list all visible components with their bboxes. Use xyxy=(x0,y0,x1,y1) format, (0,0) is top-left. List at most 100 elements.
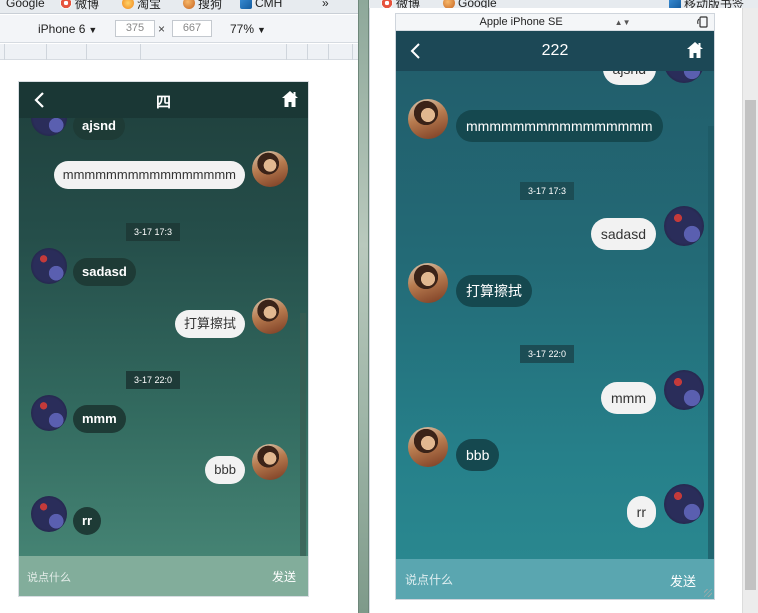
ruler-tick xyxy=(46,44,47,60)
ruler-tick xyxy=(140,44,141,60)
ruler-tick xyxy=(352,44,353,60)
chat-page-right: 222 ajsnd mmmmmmmmmmmmmmmm 3-17 17:3 sad… xyxy=(396,31,714,599)
bookmark-cmh[interactable]: CMH xyxy=(240,0,282,11)
home-icon xyxy=(282,91,298,107)
bookmark-label: 搜狗 xyxy=(198,0,223,11)
left-browser-window: Google 微博 淘宝 搜狗 CMH » iPhone 6 ▼ 375 × 66… xyxy=(0,0,358,613)
message-timestamp: 3-17 22:0 xyxy=(126,371,181,389)
bookmarks-bar: Google 微博 淘宝 搜狗 CMH » xyxy=(0,0,358,14)
rotate-device-icon[interactable] xyxy=(696,15,710,29)
message-timestamp: 3-17 17:3 xyxy=(126,223,181,241)
contact-avatar[interactable] xyxy=(31,248,67,284)
bookmark-label: Google xyxy=(458,0,497,8)
device-select[interactable]: Apple iPhone SE ▲▼ xyxy=(396,16,714,28)
bookmark-label: 微博 xyxy=(396,0,421,8)
contact-avatar[interactable] xyxy=(408,427,448,467)
send-button[interactable]: 发送 xyxy=(272,568,296,585)
bookmark-label: 移动版书签 xyxy=(684,0,745,8)
chat-header: 四 xyxy=(19,82,308,118)
bookmark-weibo[interactable]: 微博 xyxy=(381,0,420,8)
caret-down-icon: ▼ xyxy=(257,25,266,35)
user-avatar[interactable] xyxy=(664,206,704,246)
zoom-select[interactable]: 77% ▼ xyxy=(230,22,266,36)
user-avatar[interactable] xyxy=(664,484,704,524)
bookmark-weibo[interactable]: 微博 xyxy=(60,0,99,11)
sent-message: ajsnd xyxy=(602,71,656,85)
bookmark-taobao[interactable]: 淘宝 xyxy=(122,0,161,11)
home-button[interactable] xyxy=(686,41,704,59)
message-input-bar: 说点什么 发送 xyxy=(19,556,308,596)
dimension-separator: × xyxy=(158,22,166,36)
sent-message: 打算擦拭 xyxy=(174,310,245,338)
bookmark-label: Google xyxy=(6,0,45,10)
contact-avatar[interactable] xyxy=(408,99,448,139)
ruler-tick xyxy=(286,44,287,60)
message-input-bar: 说点什么 发送 xyxy=(396,559,714,599)
sogou-icon xyxy=(183,0,195,9)
ruler-tick xyxy=(307,44,308,60)
bookmark-label: 淘宝 xyxy=(137,0,162,11)
contact-avatar[interactable] xyxy=(31,118,67,136)
send-button[interactable]: 发送 xyxy=(670,571,696,590)
weibo-icon xyxy=(381,0,393,8)
mobile-bookmarks-icon xyxy=(669,0,681,8)
window-border xyxy=(369,8,370,613)
page-scrollbar-thumb[interactable] xyxy=(745,100,756,590)
device-select-value: iPhone 6 xyxy=(38,22,86,36)
bookmark-label: 微博 xyxy=(75,0,100,11)
bookmark-sogou[interactable]: 搜狗 xyxy=(183,0,222,11)
bookmark-google[interactable]: Google xyxy=(443,0,497,8)
chat-title: 222 xyxy=(541,42,569,59)
contact-avatar[interactable] xyxy=(31,395,67,431)
width-input[interactable]: 375 xyxy=(115,20,155,37)
received-message: mmmmmmmmmmmmmmmm xyxy=(456,110,663,142)
taobao-icon xyxy=(122,0,134,9)
received-message: mmm xyxy=(73,405,126,433)
user-avatar[interactable] xyxy=(252,444,288,480)
height-input[interactable]: 667 xyxy=(172,20,212,37)
sent-message: mmm xyxy=(601,382,656,414)
caret-down-icon: ▼ xyxy=(88,25,98,35)
sent-message: mmmmmmmmmmmmmmmm xyxy=(53,161,245,189)
weibo-icon xyxy=(60,0,72,9)
ruler-tick xyxy=(86,44,87,60)
user-avatar[interactable] xyxy=(664,370,704,410)
chat-page-left: 四 ajsnd mmmmmmmmmmmmmmmm 3-17 17:3 sadas… xyxy=(19,82,308,596)
home-icon xyxy=(687,42,703,58)
received-message: bbb xyxy=(456,439,500,471)
message-timestamp: 3-17 17:3 xyxy=(520,182,575,200)
device-frame: Apple iPhone SE ▲▼ 222 ajsnd xyxy=(395,13,715,600)
chat-scrollbar[interactable] xyxy=(300,313,306,556)
contact-avatar[interactable] xyxy=(31,496,67,532)
bookmarks-overflow-button[interactable]: » xyxy=(322,0,329,11)
user-avatar[interactable] xyxy=(664,71,704,83)
received-message: ajsnd xyxy=(73,118,125,140)
received-message: rr xyxy=(73,507,102,535)
device-select-value: Apple iPhone SE xyxy=(479,16,563,28)
message-input[interactable]: 说点什么 xyxy=(405,571,453,588)
bookmark-google[interactable]: Google xyxy=(6,0,45,11)
message-timestamp: 3-17 22:0 xyxy=(520,345,575,363)
resize-grip-icon[interactable] xyxy=(704,589,712,597)
user-avatar[interactable] xyxy=(252,298,288,334)
zoom-select-value: 77% xyxy=(230,22,255,36)
message-input[interactable]: 说点什么 xyxy=(27,569,71,585)
sent-message: rr xyxy=(626,496,656,528)
message-list[interactable]: ajsnd mmmmmmmmmmmmmmmm 3-17 17:3 sadasd … xyxy=(19,118,308,556)
device-emulation-toolbar: iPhone 6 ▼ 375 × 667 77% ▼ xyxy=(0,15,358,43)
ruler-tick xyxy=(328,44,329,60)
media-query-ruler[interactable] xyxy=(0,44,358,60)
user-avatar[interactable] xyxy=(252,151,288,187)
chat-scrollbar[interactable] xyxy=(708,126,714,559)
up-down-arrows-icon: ▲▼ xyxy=(614,18,631,27)
overflow-label: » xyxy=(322,0,329,10)
message-list[interactable]: ajsnd mmmmmmmmmmmmmmmm 3-17 17:3 sadasd … xyxy=(396,71,714,559)
contact-avatar[interactable] xyxy=(408,263,448,303)
google-icon xyxy=(443,0,455,8)
right-browser-window: 微博 Google 移动版书签 Apple iPhone SE ▲▼ 222 m… xyxy=(369,0,758,613)
emulated-viewport: 四 ajsnd mmmmmmmmmmmmmmmm 3-17 17:3 sadas… xyxy=(0,61,358,613)
received-message: 打算擦拭 xyxy=(456,275,532,307)
home-button[interactable] xyxy=(281,90,299,108)
device-select[interactable]: iPhone 6 ▼ xyxy=(38,22,97,36)
bookmark-mobile[interactable]: 移动版书签 xyxy=(669,0,744,8)
